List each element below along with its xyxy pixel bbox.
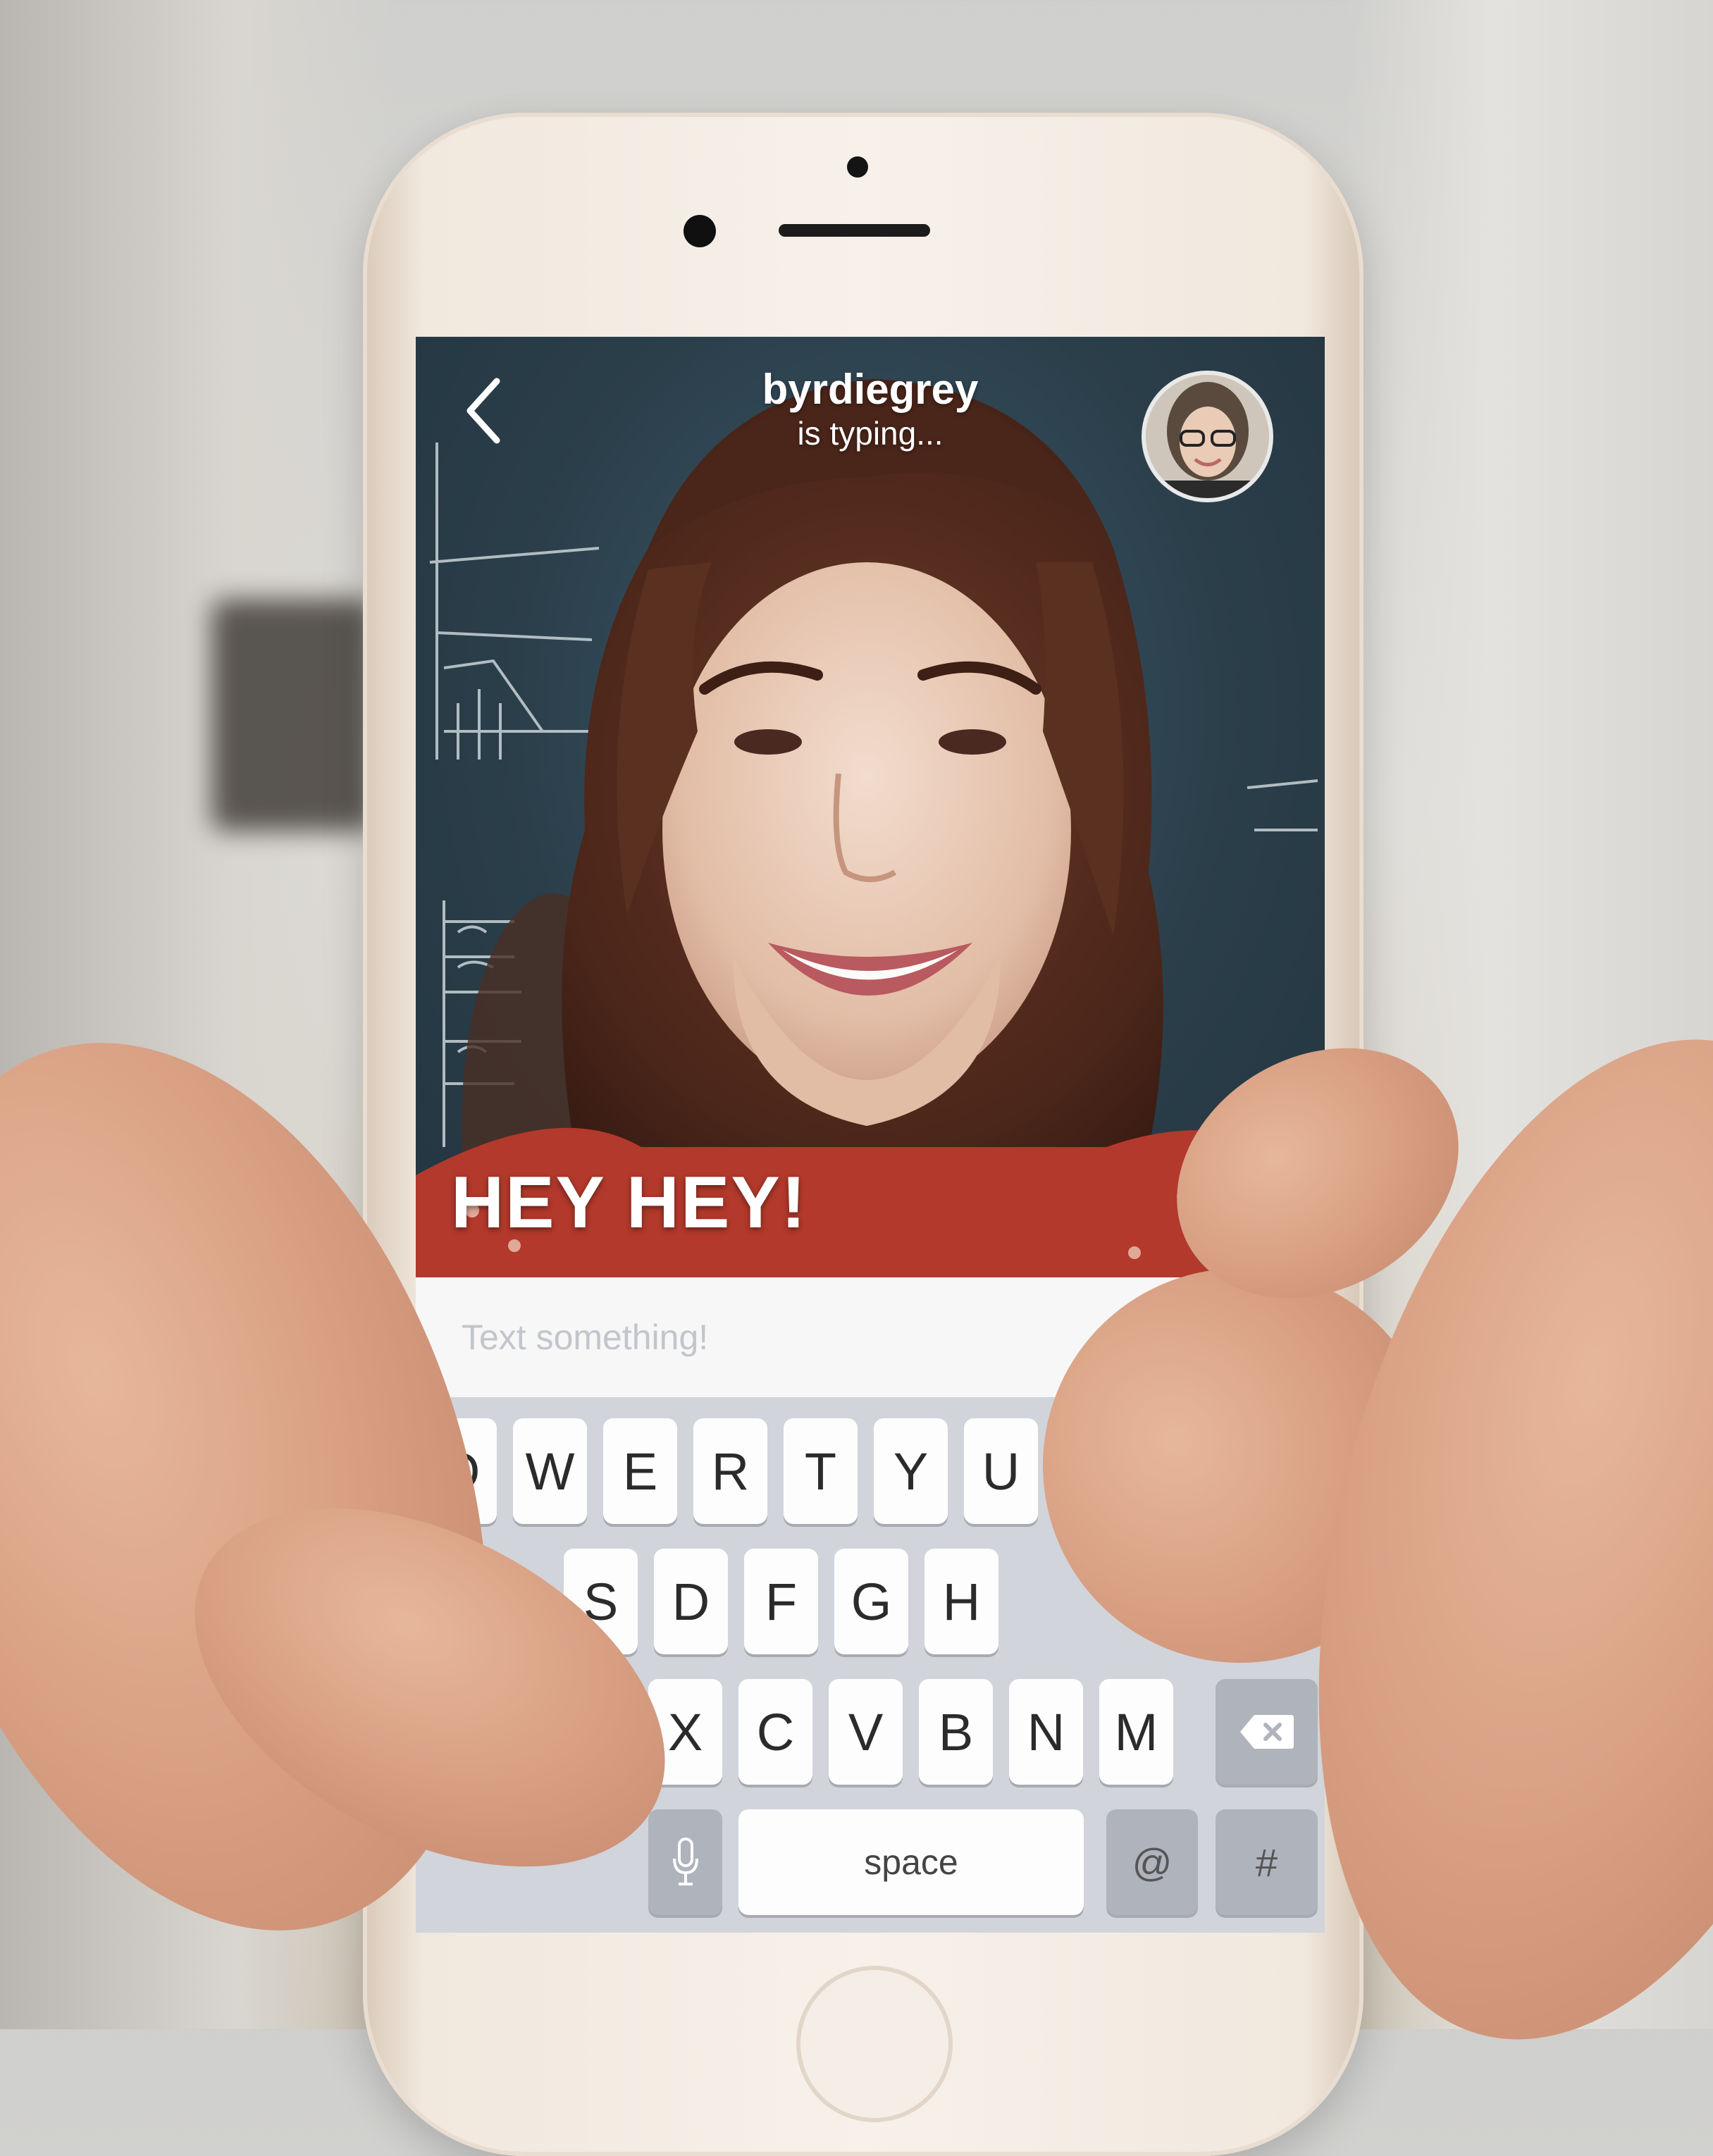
key-e[interactable]: E — [603, 1418, 677, 1524]
key-d[interactable]: D — [654, 1549, 728, 1654]
delete-key[interactable] — [1216, 1679, 1318, 1785]
contact-avatar[interactable] — [1142, 371, 1273, 502]
space-key[interactable]: space — [738, 1809, 1084, 1915]
key-f[interactable]: F — [744, 1549, 818, 1654]
backspace-icon — [1239, 1715, 1294, 1749]
key-b[interactable]: B — [919, 1679, 993, 1785]
key-v[interactable]: V — [829, 1679, 903, 1785]
key-h[interactable]: H — [924, 1549, 998, 1654]
key-r[interactable]: R — [693, 1418, 767, 1524]
front-camera — [684, 215, 716, 247]
typing-status: is typing... — [797, 415, 944, 452]
microphone-key[interactable] — [648, 1809, 722, 1915]
video-feed: byrdiegrey is typing... HEY HEY! — [416, 337, 1325, 1277]
key-t[interactable]: T — [784, 1418, 858, 1524]
key-m[interactable]: M — [1099, 1679, 1173, 1785]
proximity-sensor — [847, 156, 868, 178]
key-n[interactable]: N — [1009, 1679, 1083, 1785]
key-g[interactable]: G — [834, 1549, 908, 1654]
earpiece-speaker — [779, 224, 930, 237]
back-button[interactable] — [454, 372, 511, 450]
contact-username[interactable]: byrdiegrey — [648, 365, 1092, 414]
key-c[interactable]: C — [738, 1679, 812, 1785]
key-w[interactable]: W — [513, 1418, 587, 1524]
background-object — [211, 599, 373, 831]
key-y[interactable]: Y — [874, 1418, 948, 1524]
avatar-image — [1146, 375, 1269, 498]
microphone-icon — [672, 1838, 698, 1885]
key-u[interactable]: U — [964, 1418, 1038, 1524]
chevron-left-icon — [466, 378, 500, 444]
message-caption: HEY HEY! — [451, 1162, 808, 1244]
hash-key[interactable]: # — [1216, 1809, 1318, 1915]
home-button — [796, 1966, 953, 2122]
at-key[interactable]: @ — [1106, 1809, 1198, 1915]
